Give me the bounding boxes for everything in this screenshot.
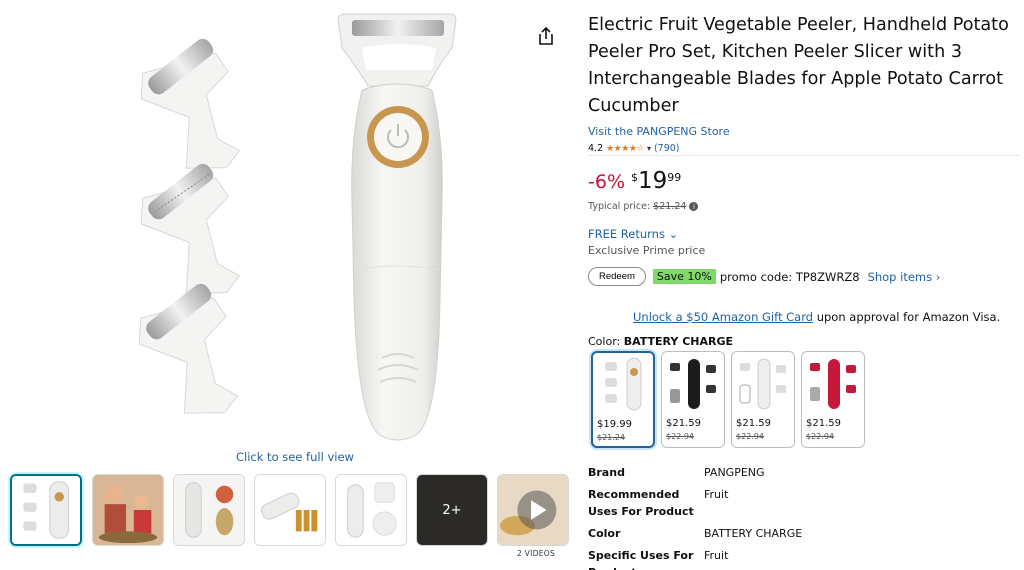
store-link[interactable]: Visit the PANGPENG Store xyxy=(588,125,730,138)
spec-value: BATTERY CHARGE xyxy=(704,527,803,540)
videos-count-label: 2 VIDEOS xyxy=(517,549,556,558)
share-button[interactable] xyxy=(535,25,557,47)
selected-color: BATTERY CHARGE xyxy=(623,335,734,348)
spec-value: PANGPENG xyxy=(704,466,765,479)
thumbnail-1[interactable] xyxy=(10,474,82,546)
typical-price-value: $21.24 xyxy=(653,201,687,212)
star-rating-icon[interactable]: ★★★★☆ xyxy=(606,144,644,154)
swatch-original-price: $21.24 xyxy=(597,433,625,442)
swatch-price: $21.59 xyxy=(736,418,771,429)
prime-price-note: Exclusive Prime price xyxy=(588,244,706,257)
save-badge: Save 10% xyxy=(652,269,716,284)
swatch-option-4[interactable]: $21.59 $22.94 xyxy=(801,351,865,448)
click-full-view-link[interactable]: Click to see full view xyxy=(236,450,354,464)
swatch-original-price: $22.94 xyxy=(666,432,694,441)
thumbnail-4[interactable] xyxy=(254,474,326,546)
typical-price-label: Typical price: xyxy=(588,201,651,212)
swatch-option-3[interactable]: $21.59 $22.94 xyxy=(731,351,795,448)
spec-key: Color xyxy=(588,527,621,540)
swatch-original-price: $22.94 xyxy=(736,432,764,441)
free-returns-label: FREE Returns xyxy=(588,227,665,241)
chevron-down-icon[interactable]: ▾ xyxy=(647,144,651,153)
price-currency: $ xyxy=(631,171,638,184)
red-peeler-swatch-image xyxy=(810,359,856,409)
product-details: Electric Fruit Vegetable Peeler, Handhel… xyxy=(588,12,1020,154)
rating-row: 4.2 ★★★★☆ ▾ (790) xyxy=(588,143,1020,154)
spec-value: Fruit xyxy=(704,488,729,501)
discount-percent: -6% xyxy=(588,171,625,193)
color-label-prefix: Color: xyxy=(588,335,624,348)
color-label: Color: BATTERY CHARGE xyxy=(588,335,733,348)
white-set-swatch-image xyxy=(739,358,786,410)
swatch-original-price: $22.94 xyxy=(806,432,834,441)
spec-key: Brand xyxy=(588,466,625,479)
free-returns-link[interactable]: FREE Returns ⌄ xyxy=(588,227,678,241)
thumbnail-strip: 2+ xyxy=(10,474,570,546)
rating-value: 4.2 xyxy=(588,143,604,154)
peeler-detail-thumbnail-image xyxy=(336,475,406,545)
thumbnail-more[interactable]: 2+ xyxy=(416,474,488,546)
battery-thumbnail-image xyxy=(255,475,325,545)
divider xyxy=(588,155,1020,156)
video-thumbnail[interactable] xyxy=(497,474,569,546)
product-main-image[interactable]: Click to see full view xyxy=(0,0,570,470)
swatch-price: $21.59 xyxy=(806,418,841,429)
gift-card-text: upon approval for Amazon Visa. xyxy=(813,310,1001,324)
video-thumbnail-image xyxy=(498,475,568,545)
spec-key: Recommended Uses For Product xyxy=(588,488,694,518)
white-peeler-swatch-image xyxy=(605,357,642,411)
thumbnail-3[interactable] xyxy=(173,474,245,546)
thumbnail-2[interactable] xyxy=(92,474,164,546)
swatch-price: $19.99 xyxy=(597,419,632,430)
product-title: Electric Fruit Vegetable Peeler, Handhel… xyxy=(588,15,1009,116)
current-price: $ 19 99 xyxy=(631,168,681,194)
color-swatches: $19.99 $21.24 $21.59 $22.94 $21.59 $22.9… xyxy=(591,351,871,448)
spec-value: Fruit xyxy=(704,549,729,562)
peeler-illustration xyxy=(138,13,457,441)
thumbnail-5[interactable] xyxy=(335,474,407,546)
share-icon[interactable] xyxy=(535,25,557,47)
more-thumbnails-count: 2+ xyxy=(442,502,462,518)
price-whole: 19 xyxy=(638,168,668,194)
swatch-price: $21.59 xyxy=(666,418,701,429)
promo-code-text: promo code: TP8ZWRZ8 xyxy=(719,269,860,284)
typical-price: Typical price: $21.24 i xyxy=(588,201,699,212)
swatch-option-1[interactable]: $19.99 $21.24 xyxy=(591,351,655,448)
shop-items-link[interactable]: Shop items › xyxy=(868,270,941,284)
chevron-down-icon: ⌄ xyxy=(668,227,679,241)
black-peeler-swatch-image xyxy=(670,359,716,409)
price-row: -6% $ 19 99 xyxy=(588,168,681,194)
swatch-option-2[interactable]: $21.59 $22.94 xyxy=(661,351,725,448)
promo-row: Redeem Save 10% promo code: TP8ZWRZ8 Sho… xyxy=(588,267,940,286)
spec-key: Specific Uses For Product xyxy=(588,549,694,570)
redeem-button[interactable]: Redeem xyxy=(588,267,646,286)
review-count-link[interactable]: (790) xyxy=(654,143,680,154)
peeler-thumbnail-image xyxy=(12,476,80,544)
gift-card-link[interactable]: Unlock a $50 Amazon Gift Card xyxy=(633,310,813,324)
peeler-use-thumbnail-image xyxy=(174,475,244,545)
kitchen-scene-thumbnail-image xyxy=(93,475,163,545)
gift-card-offer: Unlock a $50 Amazon Gift Card upon appro… xyxy=(633,310,1000,324)
price-fraction: 99 xyxy=(667,171,682,184)
info-icon[interactable]: i xyxy=(689,202,699,211)
